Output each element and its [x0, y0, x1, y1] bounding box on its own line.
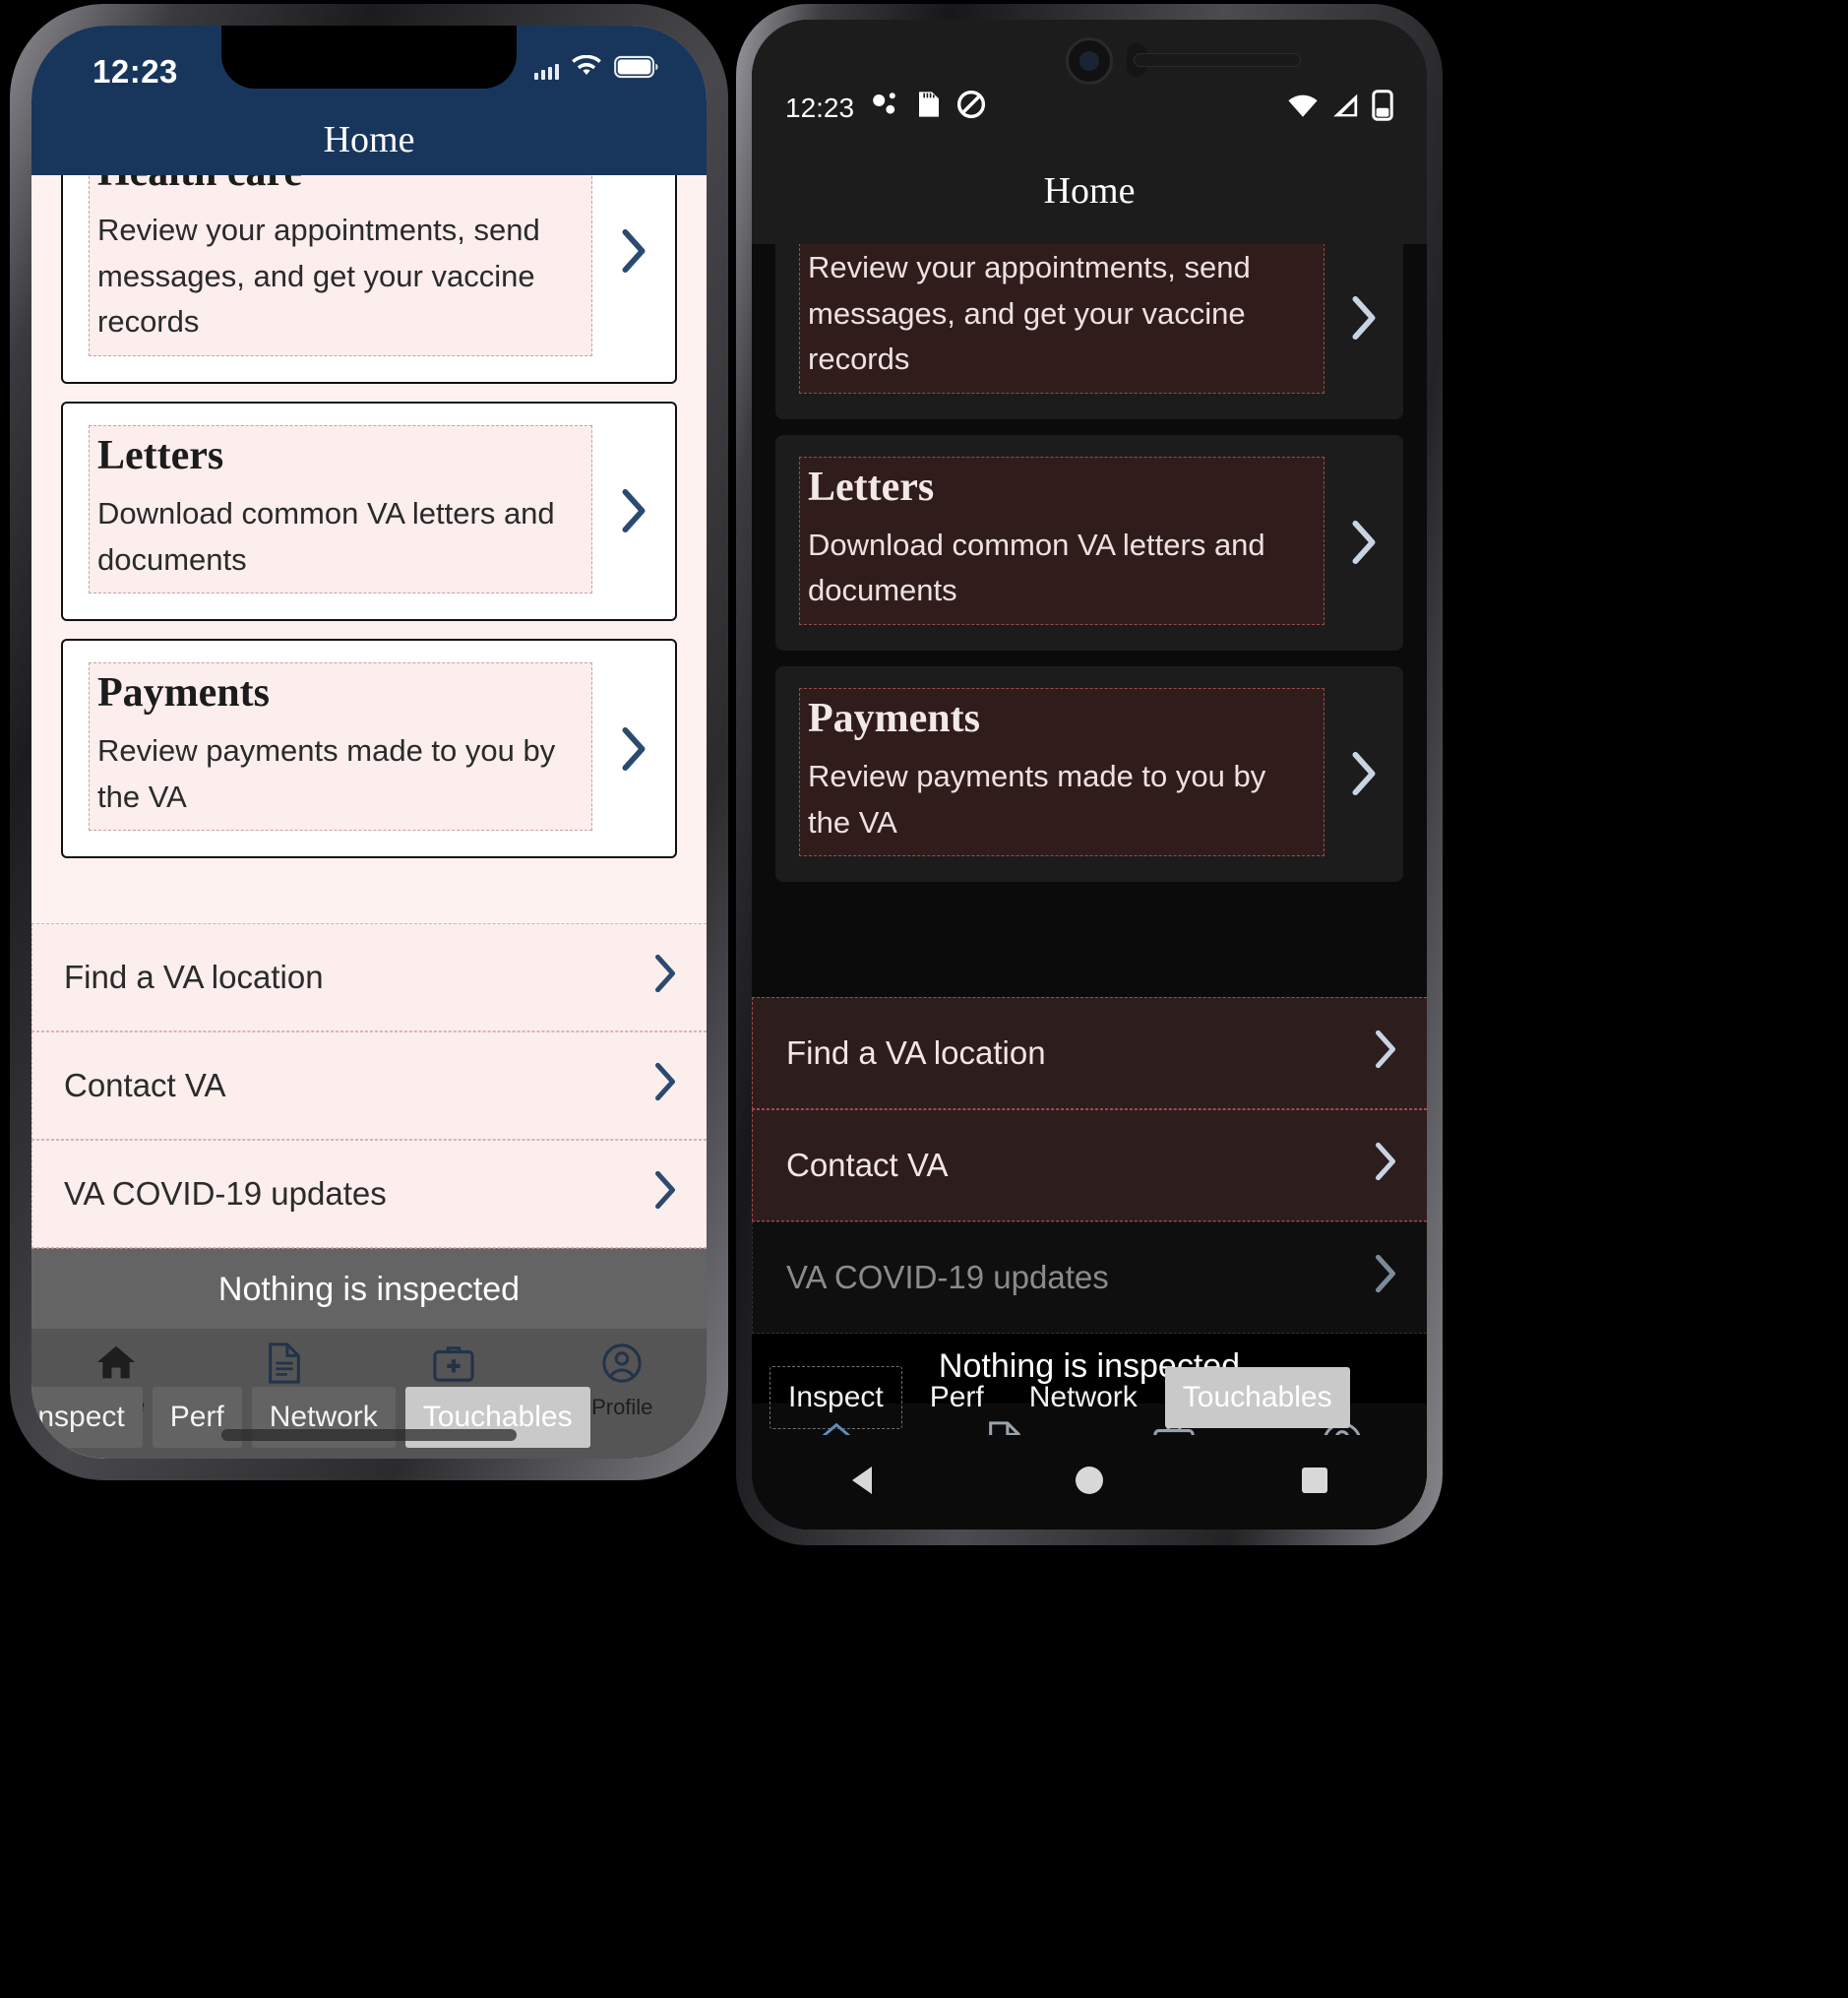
inspector-status-text: Nothing is inspected — [217, 1271, 521, 1308]
screenshot-root: 12:23 Home Review your appointments, sen… — [0, 0, 1848, 1998]
link-row-find-va-location[interactable]: Find a VA location — [31, 923, 707, 1031]
ios-notch — [221, 26, 517, 89]
front-camera — [1066, 37, 1113, 85]
android-navigation-bar — [752, 1435, 1427, 1530]
touchable-highlight-box: Payments Review payments made to you by … — [799, 687, 1324, 857]
link-row-va-covid-updates[interactable]: VA COVID-19 updates — [752, 1221, 1427, 1334]
card-payments[interactable]: Payments Review payments made to you by … — [775, 665, 1403, 883]
chevron-right-icon — [620, 488, 647, 533]
android-content-scroll[interactable]: Review your appointments, send messages,… — [752, 244, 1427, 1530]
wifi-icon — [570, 54, 603, 84]
ios-home-indicator[interactable] — [221, 1429, 517, 1441]
touchable-highlight-box: Review your appointments, send messages,… — [799, 244, 1324, 394]
card-description: Download common VA letters and documents — [97, 496, 555, 577]
android-status-right — [1287, 90, 1393, 126]
dev-button-perf[interactable]: Perf — [912, 1367, 1002, 1428]
page-title-text: Home — [1043, 170, 1136, 212]
touchable-highlight-box: Payments Review payments made to you by … — [89, 662, 592, 832]
link-row-find-va-location[interactable]: Find a VA location — [752, 997, 1427, 1109]
cellular-signal-icon — [534, 60, 559, 80]
touchable-highlight-box: Health care Review your appointments, se… — [89, 175, 592, 356]
back-triangle-icon[interactable] — [844, 1461, 884, 1505]
battery-icon — [1372, 90, 1393, 126]
card-health-care[interactable]: Review your appointments, send messages,… — [775, 244, 1403, 419]
android-page-title: Home — [752, 138, 1427, 244]
card-title: Letters — [808, 464, 935, 510]
link-label: Find a VA location — [786, 1034, 1046, 1071]
touchable-highlight-box: Letters Download common VA letters and d… — [89, 424, 592, 594]
dev-button-inspect[interactable]: Inspect — [770, 1366, 902, 1429]
card-title: Payments — [97, 670, 270, 717]
card-title: Health care — [97, 175, 584, 196]
card-title: Letters — [97, 432, 224, 478]
card-description: Review your appointments, send messages,… — [97, 213, 540, 340]
touchable-highlight-box: Letters Download common VA letters and d… — [799, 456, 1324, 625]
card-payments[interactable]: Payments Review payments made to you by … — [61, 639, 677, 859]
dev-button-touchables[interactable]: Touchables — [1164, 1367, 1350, 1428]
chevron-right-icon — [653, 1170, 677, 1218]
android-status-time: 12:23 — [785, 92, 855, 123]
card-description: Download common VA letters and documents — [808, 527, 1265, 608]
do-not-disturb-icon — [956, 90, 986, 126]
link-label: VA COVID-19 updates — [64, 1175, 387, 1212]
chevron-right-icon — [1350, 751, 1378, 796]
ios-app-screen: 12:23 Home Review your appointments, sen… — [31, 26, 707, 1459]
card-description: Review payments made to you by the VA — [808, 759, 1266, 840]
link-row-contact-va[interactable]: Contact VA — [752, 1109, 1427, 1221]
card-title: Payments — [808, 695, 980, 741]
cellular-signal-icon — [1330, 93, 1360, 123]
link-label: VA COVID-19 updates — [786, 1259, 1109, 1295]
android-device: 12:23 Home Review your appointments, sen… — [736, 4, 1443, 1545]
wifi-icon — [1287, 93, 1319, 123]
chevron-right-icon — [653, 954, 677, 1001]
ios-status-time: 12:23 — [92, 53, 178, 90]
voice-assistant-icon — [870, 91, 901, 125]
chevron-right-icon — [653, 1062, 677, 1109]
link-row-contact-va[interactable]: Contact VA — [31, 1031, 707, 1140]
card-health-care[interactable]: Health care Review your appointments, se… — [61, 175, 677, 384]
chevron-right-icon — [1374, 1030, 1397, 1077]
chevron-right-icon — [1350, 520, 1378, 565]
link-label: Find a VA location — [64, 959, 324, 995]
android-status-bar: 12:23 — [752, 20, 1427, 138]
android-dev-toolbar: Inspect Perf Network Touchables — [752, 1360, 1427, 1435]
earpiece-speaker — [1134, 53, 1301, 67]
card-letters[interactable]: Letters Download common VA letters and d… — [775, 434, 1403, 651]
android-screen-frame: 12:23 Home Review your appointments, sen… — [752, 20, 1427, 1530]
chevron-right-icon — [620, 228, 647, 274]
chevron-right-icon — [1350, 295, 1378, 341]
battery-icon — [614, 55, 659, 84]
ios-content-scroll[interactable]: Health care Review your appointments, se… — [31, 175, 707, 1459]
ios-dev-toolbar: Inspect Perf Network Touchables — [31, 1376, 707, 1459]
ios-inspector-status: Nothing is inspected — [31, 1248, 707, 1329]
chevron-right-icon — [1374, 1254, 1397, 1301]
sd-card-icon — [917, 90, 941, 126]
chevron-right-icon — [1374, 1142, 1397, 1189]
android-status-left: 12:23 — [785, 90, 986, 126]
dev-button-network[interactable]: Network — [1012, 1367, 1155, 1428]
link-label: Contact VA — [786, 1147, 949, 1183]
card-letters[interactable]: Letters Download common VA letters and d… — [61, 401, 677, 622]
recents-square-icon[interactable] — [1295, 1461, 1334, 1505]
iphone-device: 12:23 Home Review your appointments, sen… — [10, 4, 728, 1480]
link-row-va-covid-updates[interactable]: VA COVID-19 updates — [31, 1140, 707, 1248]
iphone-screen-frame: 12:23 Home Review your appointments, sen… — [31, 26, 707, 1459]
card-description: Review payments made to you by the VA — [97, 733, 556, 814]
card-description: Review your appointments, send messages,… — [808, 250, 1251, 376]
ios-status-icons — [534, 54, 659, 84]
dev-button-inspect[interactable]: Inspect — [31, 1387, 143, 1448]
ios-page-title: Home — [323, 119, 415, 160]
chevron-right-icon — [620, 726, 647, 772]
home-circle-icon[interactable] — [1070, 1461, 1109, 1505]
link-label: Contact VA — [64, 1067, 226, 1103]
